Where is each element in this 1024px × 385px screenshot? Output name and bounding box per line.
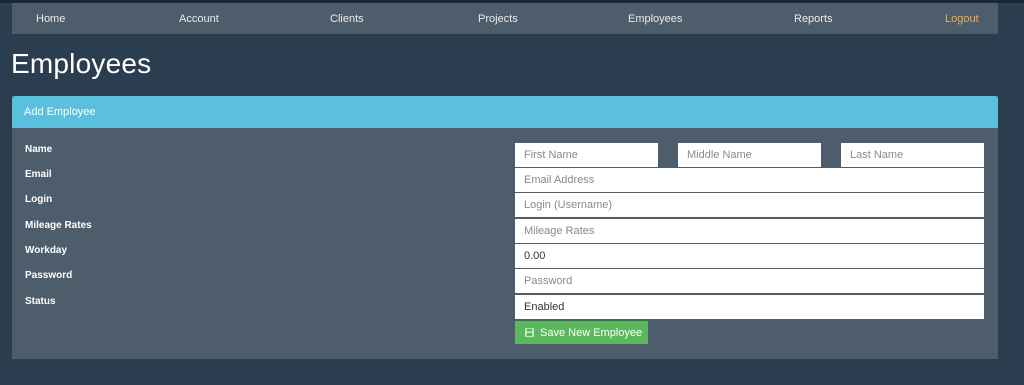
panel-heading: Add Employee	[12, 96, 998, 128]
floppy-disk-icon	[525, 328, 534, 337]
status-selected-value: Enabled	[524, 301, 565, 313]
first-name-input[interactable]	[515, 143, 658, 167]
email-label: Email	[25, 169, 52, 180]
email-input[interactable]	[515, 168, 984, 192]
nav-employees[interactable]: Employees	[628, 13, 682, 25]
page-title: Employees	[11, 48, 152, 79]
status-select[interactable]: Enabled	[515, 295, 984, 319]
add-employee-panel: Add Employee Name Email Login Mileage Ra…	[12, 96, 998, 359]
workday-input[interactable]	[515, 244, 984, 268]
save-new-employee-button[interactable]: Save New Employee	[515, 321, 648, 344]
login-label: Login	[25, 194, 53, 205]
nav-home[interactable]: Home	[36, 13, 65, 25]
password-input[interactable]	[515, 269, 984, 293]
nav-account[interactable]: Account	[179, 13, 219, 25]
workday-label: Workday	[25, 245, 68, 256]
login-input[interactable]	[515, 193, 984, 217]
mileage-rates-label: Mileage Rates	[25, 220, 92, 231]
nav-clients[interactable]: Clients	[330, 13, 364, 25]
last-name-input[interactable]	[841, 143, 984, 167]
status-label: Status	[25, 296, 56, 307]
nav-logout[interactable]: Logout	[945, 13, 979, 25]
nav-reports[interactable]: Reports	[794, 13, 833, 25]
mileage-rates-input[interactable]	[515, 219, 984, 243]
nav-projects[interactable]: Projects	[478, 13, 518, 25]
password-label: Password	[25, 270, 73, 281]
name-label: Name	[25, 144, 53, 155]
middle-name-input[interactable]	[678, 143, 821, 167]
save-button-label: Save New Employee	[540, 326, 643, 339]
main-navbar: Home Account Clients Projects Employees …	[12, 3, 998, 34]
